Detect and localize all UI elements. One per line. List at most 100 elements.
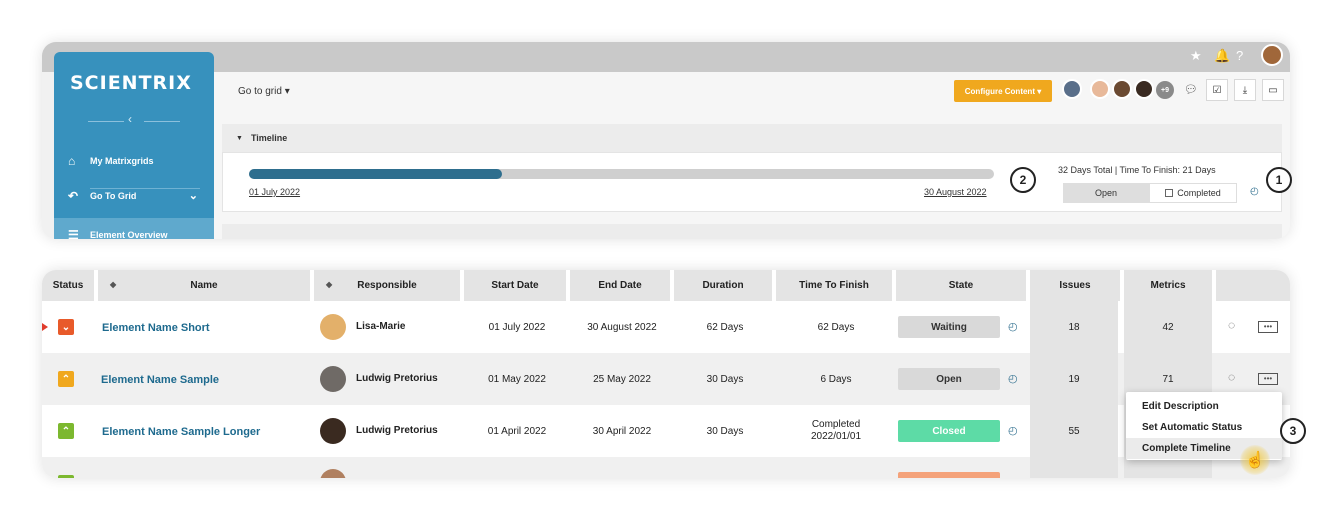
col-header-status[interactable]: Status (42, 270, 98, 301)
app-logo: SCIENTRIX (70, 72, 192, 94)
avatar[interactable] (1090, 79, 1110, 99)
elements-table: Status ◆ Name ◆ Responsible Start Date End… (42, 270, 1290, 478)
clock-icon[interactable]: ◴ (1008, 320, 1018, 333)
sidebar-item-label: Element Overview (90, 230, 168, 239)
avatar (320, 469, 346, 478)
element-name-link[interactable]: Element Name Short (102, 322, 210, 334)
star-icon[interactable]: ★ (1190, 48, 1202, 64)
metrics-section-header (222, 224, 1282, 239)
list-icon: ☰ (68, 228, 79, 239)
help-icon[interactable]: ? (1236, 48, 1243, 63)
table-row[interactable]: ⌄ Element Name Short Lisa-Marie 01 July … (42, 301, 1290, 353)
menu-item-edit-description[interactable]: Edit Description (1126, 396, 1282, 417)
download-button[interactable]: ⤓ (1234, 79, 1256, 101)
checklist-button[interactable]: ☑ (1206, 79, 1228, 101)
clock-icon[interactable]: ◴ (1008, 372, 1018, 385)
avatar[interactable] (1112, 79, 1132, 99)
callout-1: 1 (1266, 167, 1292, 193)
status-badge[interactable]: ⌃ (58, 371, 74, 387)
bell-icon[interactable]: 🔔 (1214, 48, 1230, 64)
completed-label: Completed (1177, 188, 1221, 198)
element-name-link[interactable]: Element Name Sample (101, 374, 219, 386)
avatar[interactable] (1134, 79, 1154, 99)
issues-count[interactable] (1030, 457, 1118, 478)
duration: 30 Days (706, 425, 744, 437)
table-row[interactable]: ⌃ Element Name Sample Ludwig Pretorius 0… (42, 353, 1290, 405)
flag-icon (42, 323, 48, 331)
comment-icon[interactable]: ◌ (1228, 318, 1235, 332)
timeline-progress-track (249, 169, 994, 179)
state-badge[interactable]: Closed (898, 420, 1000, 442)
back-arrow-icon: ↶ (68, 189, 79, 203)
clock-icon[interactable]: ◴ (1008, 424, 1018, 437)
callout-2: 2 (1010, 167, 1036, 193)
avatar[interactable] (1062, 79, 1082, 99)
issues-count[interactable]: 55 (1030, 405, 1118, 457)
top-bar: ★ 🔔 ? (42, 42, 1290, 72)
state-badge[interactable]: Waiting (898, 316, 1000, 338)
divider (144, 121, 180, 122)
go-to-grid-dropdown[interactable]: Go to grid ▾ (238, 86, 290, 97)
download-icon: ⤓ (1242, 84, 1248, 96)
col-header-label: Responsible (357, 280, 417, 291)
issues-count[interactable]: 19 (1030, 353, 1118, 405)
open-toggle[interactable]: Open (1063, 183, 1149, 203)
col-header-responsible[interactable]: ◆ Responsible (314, 270, 464, 301)
sidebar-item-label: My Matrixgrids (90, 156, 154, 166)
state-badge[interactable]: Open (898, 368, 1000, 390)
menu-item-set-automatic-status[interactable]: Set Automatic Status (1126, 417, 1282, 438)
issues-count[interactable]: 18 (1030, 301, 1118, 353)
col-header-start-date[interactable]: Start Date (464, 270, 570, 301)
more-options-icon[interactable]: ••• (1258, 321, 1278, 333)
status-badge[interactable]: ⌄ (58, 319, 74, 335)
timeline-title: Timeline (250, 133, 288, 143)
timeline-end-date[interactable]: 30 August 2022 (924, 187, 987, 197)
time-to-finish: 6 Days (820, 373, 852, 385)
comment-icon[interactable]: 💬︎ (1184, 83, 1198, 96)
table-row[interactable] (42, 457, 1290, 478)
more-users-badge[interactable]: +9 (1156, 81, 1174, 99)
col-header-state[interactable]: State (896, 270, 1030, 301)
table-row[interactable]: ⌃ Element Name Sample Longer Ludwig Pret… (42, 405, 1290, 457)
col-header-name[interactable]: ◆ Name (98, 270, 314, 301)
sidebar-item-element-overview[interactable]: ☰ Element Overview (54, 218, 214, 239)
completed-toggle[interactable]: Completed (1149, 183, 1237, 203)
duration: 62 Days (706, 321, 744, 333)
more-options-icon[interactable]: ••• (1258, 373, 1278, 385)
state-badge[interactable] (898, 472, 1000, 478)
sort-icon[interactable]: ◆ (326, 280, 332, 289)
element-name-link[interactable]: Element Name Sample Longer (102, 426, 260, 438)
start-date: 01 July 2022 (488, 321, 546, 333)
end-date: 25 May 2022 (593, 373, 651, 385)
start-date: 01 May 2022 (488, 373, 546, 385)
status-badge[interactable] (58, 475, 74, 478)
timeline-section-header[interactable]: ▼ Timeline (222, 124, 1282, 152)
collapse-sidebar-icon[interactable]: ‹ (128, 112, 132, 126)
sort-icon[interactable]: ◆ (110, 280, 116, 289)
app-window: ★ 🔔 ? SCIENTRIX ‹ ⌂ My Matrixgrids ↶ Go … (42, 42, 1290, 239)
start-date: 01 April 2022 (487, 425, 547, 437)
sidebar-item-go-to-grid[interactable]: ↶ Go To Grid ⌄ (54, 179, 214, 213)
responsible-name: Ludwig Pretorius (356, 373, 438, 384)
checkbox[interactable] (1165, 189, 1174, 197)
notes-button[interactable]: ▭ (1262, 79, 1284, 101)
sidebar-item-my-matrixgrids[interactable]: ⌂ My Matrixgrids (54, 144, 214, 178)
divider (88, 121, 124, 122)
col-header-issues[interactable]: Issues (1030, 270, 1124, 301)
timeline-start-date[interactable]: 01 July 2022 (249, 187, 300, 197)
col-header-metrics[interactable]: Metrics (1124, 270, 1216, 301)
col-header-actions (1216, 270, 1290, 301)
comment-icon[interactable]: ◌ (1228, 370, 1235, 384)
metrics-count[interactable] (1124, 457, 1212, 478)
configure-content-button[interactable]: Configure Content ▾ (954, 80, 1052, 102)
clock-icon[interactable]: ◴ (1250, 186, 1259, 197)
col-header-label: Name (190, 280, 218, 291)
user-avatar[interactable] (1261, 44, 1283, 66)
status-badge[interactable]: ⌃ (58, 423, 74, 439)
chevron-down-icon: ⌄ (188, 190, 198, 202)
metrics-count[interactable]: 42 (1124, 301, 1212, 353)
col-header-duration[interactable]: Duration (674, 270, 776, 301)
avatar (320, 314, 346, 340)
col-header-end-date[interactable]: End Date (570, 270, 674, 301)
col-header-time-to-finish[interactable]: Time To Finish (776, 270, 896, 301)
